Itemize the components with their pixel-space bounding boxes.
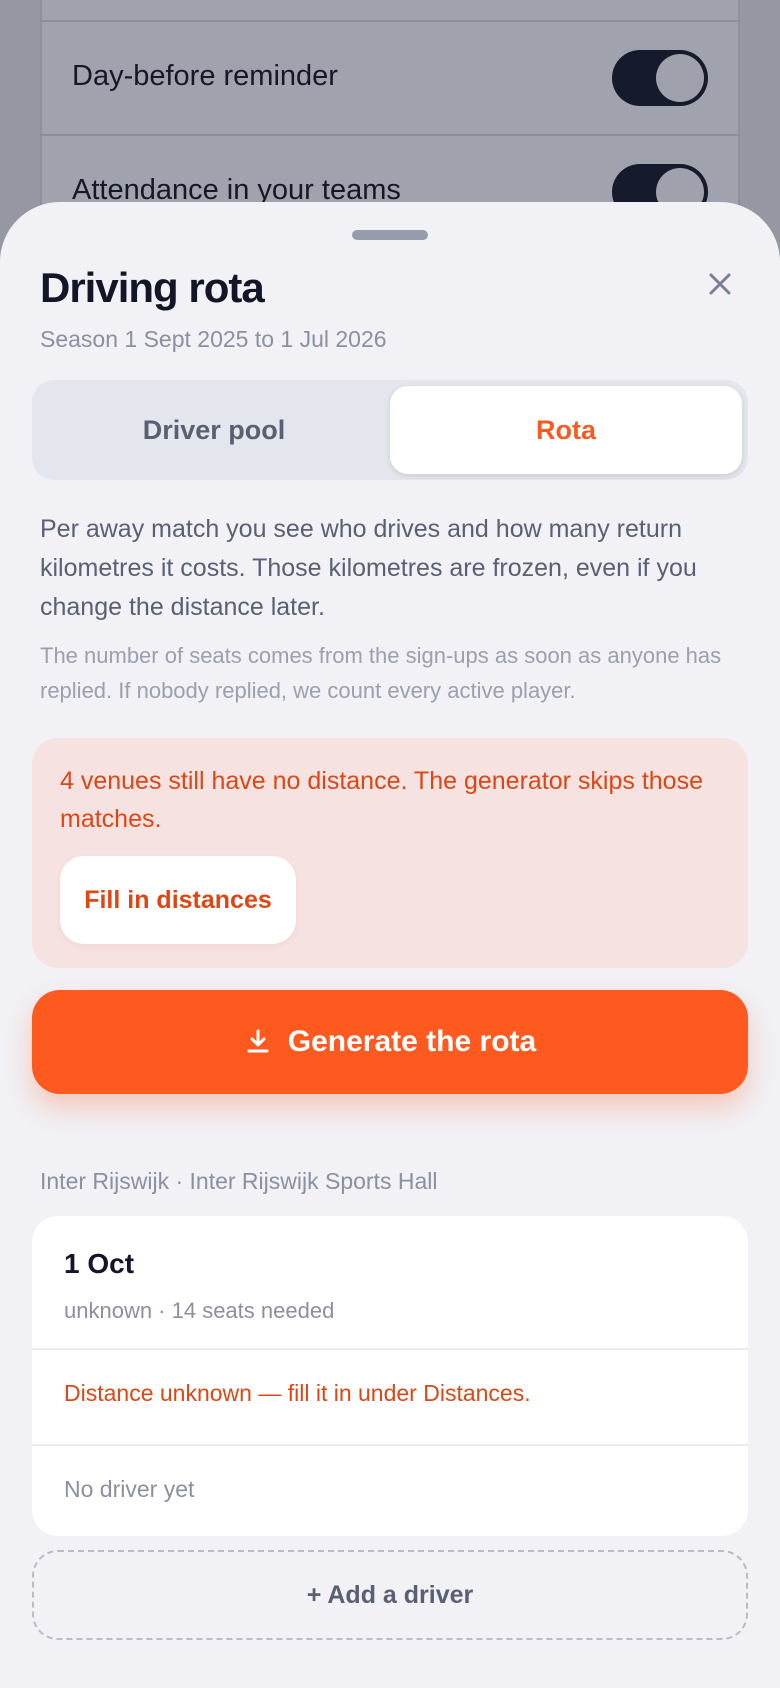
match-header: 1 Oct unknown · 14 seats needed: [32, 1216, 748, 1348]
venue-group-label: Inter Rijswijk · Inter Rijswijk Sports H…: [40, 1168, 438, 1194]
match-date: 1 Oct: [64, 1248, 135, 1279]
sheet-title: Driving rota: [40, 264, 265, 311]
generate-rota-button[interactable]: Generate the rota: [32, 990, 748, 1094]
setting-row-day-before-reminder: Day-before reminder: [40, 20, 740, 134]
tab-driver-pool[interactable]: Driver pool: [38, 386, 390, 474]
driver-status-row: No driver yet: [32, 1444, 748, 1536]
view-switcher: Driver pool Rota: [32, 380, 748, 480]
reminder-toggle: [612, 50, 708, 106]
fill-in-distances-button[interactable]: Fill in distances: [60, 856, 296, 944]
distance-warning-row: Distance unknown — fill it in under Dist…: [32, 1348, 748, 1444]
missing-distance-alert: 4 venues still have no distance. The gen…: [32, 738, 748, 968]
season-range: Season 1 Sept 2025 to 1 Jul 2026: [40, 326, 387, 352]
seats-note: The number of seats comes from the sign-…: [40, 643, 722, 703]
generate-rota-label: Generate the rota: [287, 1025, 537, 1058]
tab-rota[interactable]: Rota: [390, 386, 742, 474]
driver-status-text: No driver yet: [64, 1476, 195, 1502]
toggle-knob: [656, 54, 704, 102]
setting-label: Day-before reminder: [72, 60, 338, 92]
rota-description: Per away match you see who drives and ho…: [40, 515, 697, 621]
sheet-drag-handle[interactable]: [352, 230, 428, 240]
close-button[interactable]: [700, 264, 740, 304]
alert-text: 4 venues still have no distance. The gen…: [60, 767, 703, 833]
match-card: 1 Oct unknown · 14 seats needed Distance…: [32, 1216, 748, 1536]
add-driver-button[interactable]: + Add a driver: [32, 1550, 748, 1640]
match-meta: unknown · 14 seats needed: [64, 1298, 335, 1323]
close-icon: [709, 273, 731, 295]
distance-warning-text: Distance unknown — fill it in under Dist…: [64, 1380, 531, 1406]
driving-rota-sheet: Driving rota Season 1 Sept 2025 to 1 Jul…: [0, 202, 780, 1688]
download-icon: [247, 1029, 269, 1053]
